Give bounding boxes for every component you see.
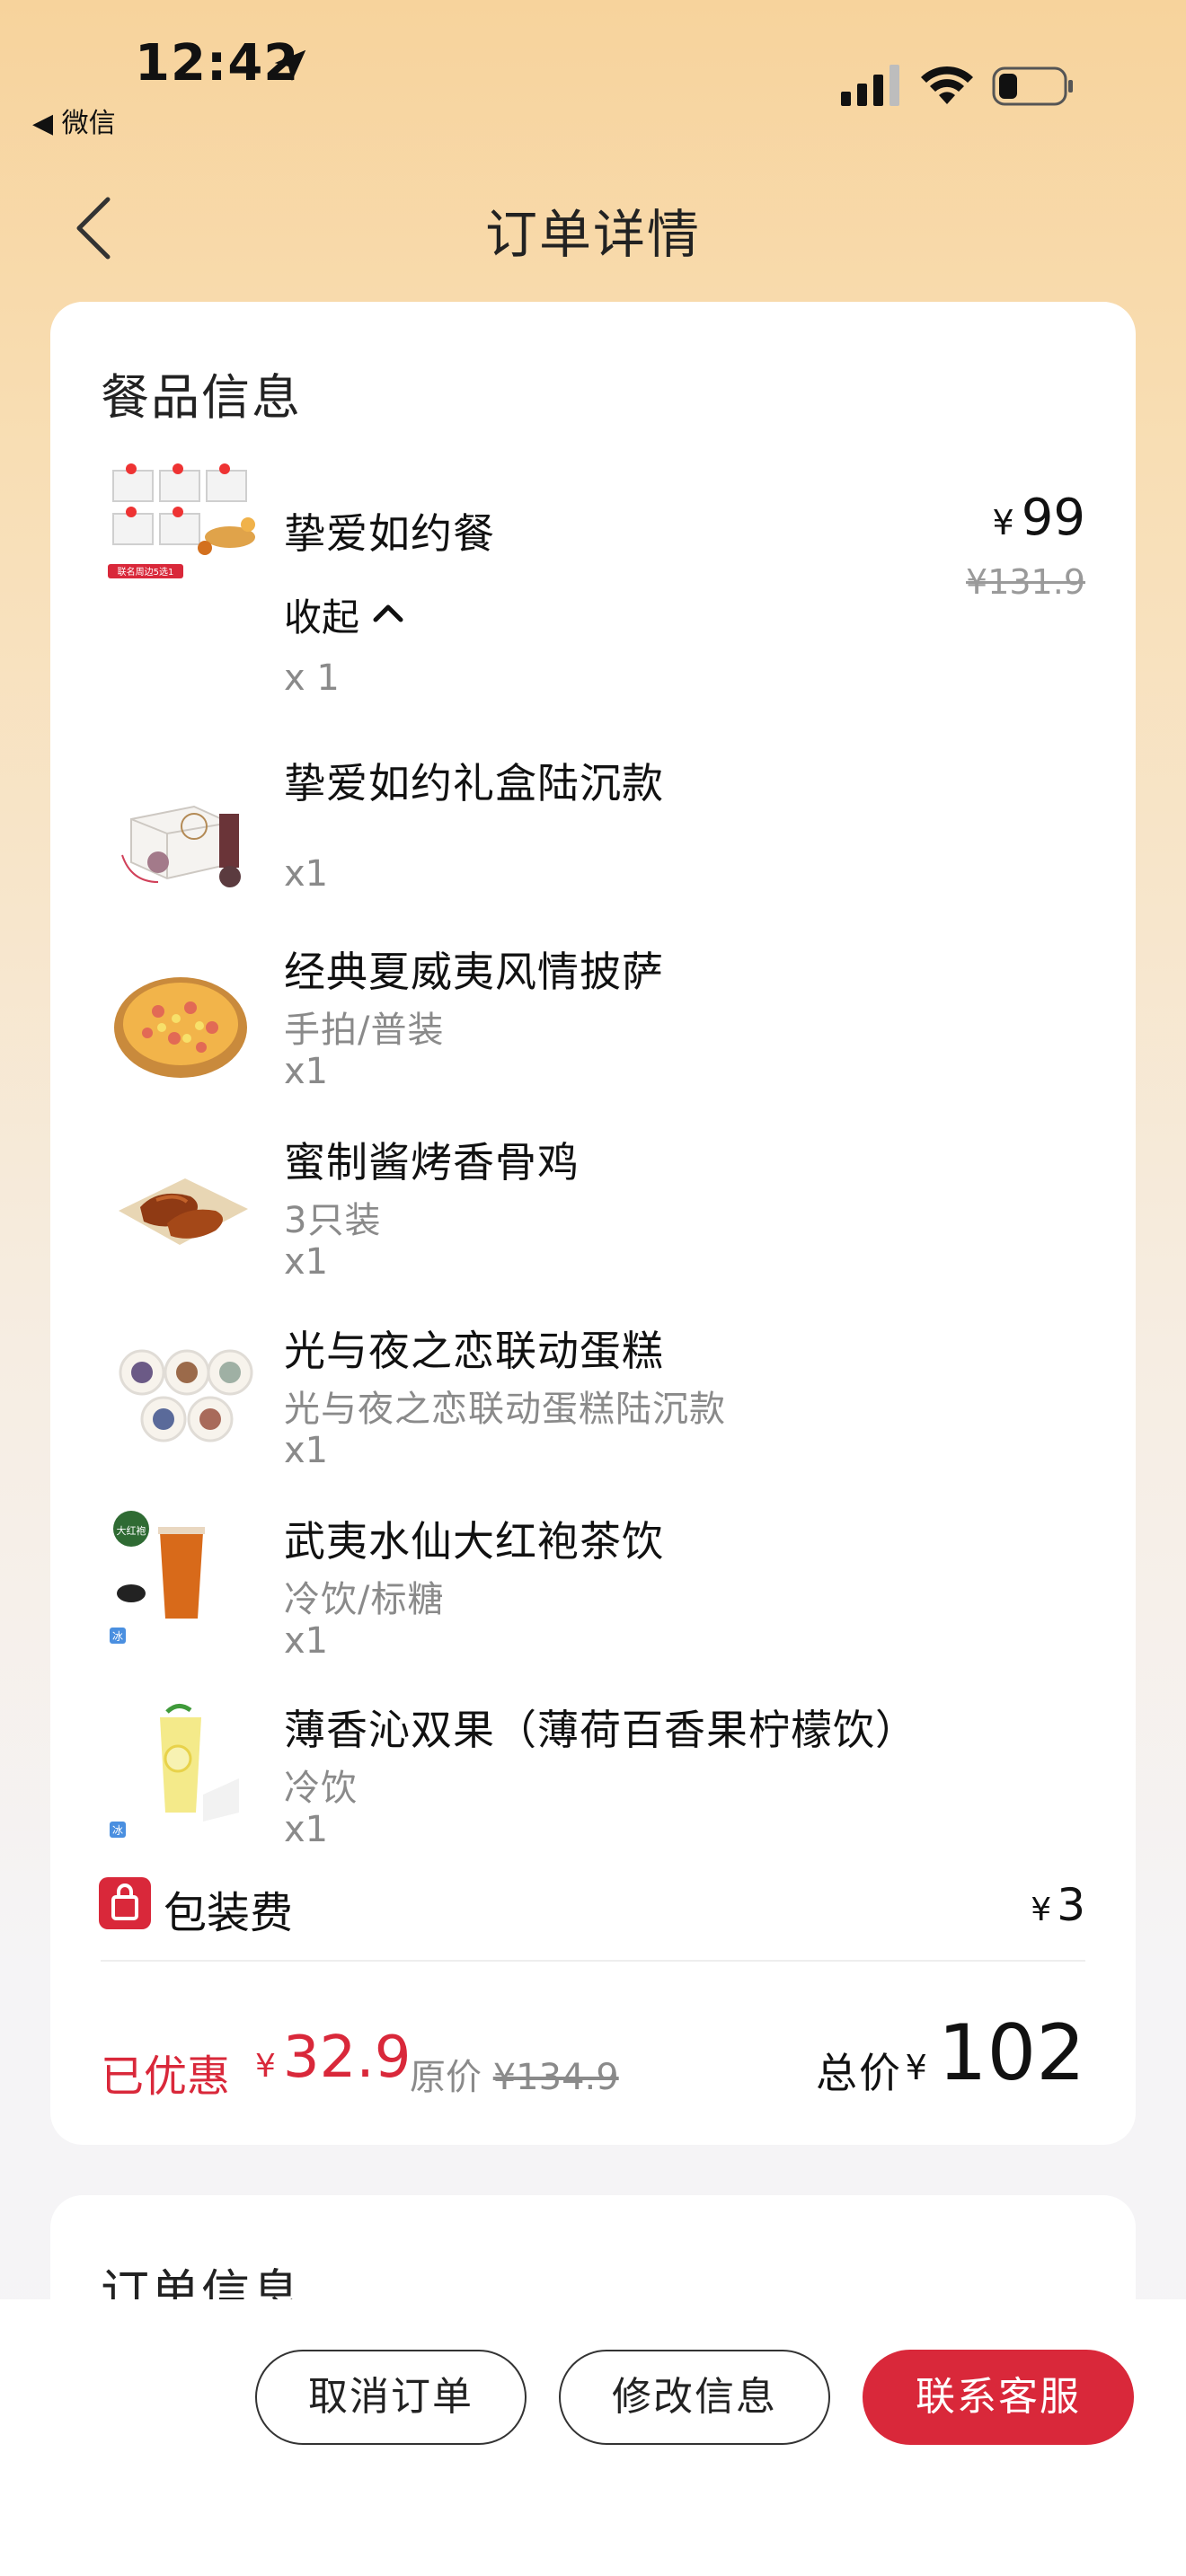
total-amount: ¥102	[906, 2008, 1085, 2098]
meal-section-title: 餐品信息	[101, 369, 302, 426]
item-qty: x1	[284, 1051, 329, 1092]
ice-badge-text: 冰	[112, 1630, 123, 1643]
battery-icon	[992, 66, 1073, 106]
packaging-price-symbol: ¥	[1031, 1892, 1052, 1928]
original-total: 原价 ¥134.9	[410, 2048, 619, 2100]
item-qty: x1	[284, 1809, 329, 1850]
divider	[101, 1960, 1085, 1962]
back-to-app-link[interactable]: ◀ 微信	[32, 101, 116, 140]
item-spec: 冷饮	[284, 1768, 358, 1809]
bag-icon	[99, 1877, 151, 1929]
meal-info-card: 餐品信息 联名周边5选1 挚爱如约餐 收起 x 1 ¥99 ¥131.9 挚爱如…	[50, 302, 1136, 2145]
cancel-order-button[interactable]: 取消订单	[255, 2350, 527, 2445]
status-bar: 12:42 ◀ 微信	[0, 0, 1186, 144]
combo-qty: x 1	[284, 657, 340, 699]
location-arrow-icon	[274, 49, 306, 82]
cake-image	[119, 1349, 253, 1442]
item-spec: 3只装	[284, 1200, 382, 1241]
item-name: 武夷水仙大红袍茶饮	[284, 1517, 664, 1566]
packaging-label: 包装费	[164, 1888, 294, 1938]
item-name: 经典夏威夷风情披萨	[284, 948, 664, 996]
wifi-icon	[921, 66, 973, 104]
contact-service-button[interactable]: 联系客服	[863, 2350, 1134, 2445]
modify-info-button[interactable]: 修改信息	[559, 2350, 830, 2445]
pizza-image	[114, 977, 247, 1078]
item-name: 薄香沁双果（薄荷百香果柠檬饮）	[284, 1706, 917, 1754]
packaging-price: ¥3	[1031, 1879, 1085, 1931]
combo-price-symbol: ¥	[992, 503, 1014, 543]
item-qty: x1	[284, 1241, 329, 1283]
combo-name: 挚爱如约餐	[284, 509, 495, 558]
discount-symbol: ¥	[255, 2048, 276, 2085]
total-label: 总价	[816, 2049, 902, 2097]
item-name: 光与夜之恋联动蛋糕	[284, 1327, 664, 1375]
total-symbol: ¥	[905, 2048, 927, 2087]
tea-badge-text: 大红袍	[117, 1524, 146, 1537]
original-total-label: 原价	[410, 2057, 482, 2098]
item-spec: 冷饮/标糖	[284, 1579, 445, 1620]
combo-image-badge: 联名周边5选1	[118, 566, 174, 578]
item-spec: 光与夜之恋联动蛋糕陆沉款	[284, 1389, 726, 1430]
combo-image: 联名周边5选1	[108, 463, 255, 578]
combo-price-value: 99	[1021, 489, 1085, 547]
item-name: 蜜制酱烤香骨鸡	[284, 1138, 580, 1187]
signal-icon	[841, 65, 899, 106]
ice-badge-text: 冰	[112, 1824, 123, 1837]
item-spec: 手拍/普装	[284, 1010, 445, 1051]
chicken-image	[119, 1178, 248, 1245]
chevron-up-icon[interactable]	[370, 598, 406, 625]
combo-original-price: ¥131.9	[966, 562, 1085, 602]
discount-value: 32.9	[282, 2025, 412, 2091]
item-qty: x1	[284, 853, 329, 895]
packaging-price-value: 3	[1057, 1879, 1085, 1931]
item-qty: x1	[284, 1620, 329, 1662]
item-qty: x1	[284, 1430, 329, 1471]
combo-price: ¥99	[993, 489, 1085, 547]
lemon-drink-image: 冰	[110, 1704, 239, 1838]
collapse-toggle[interactable]: 收起	[284, 587, 359, 642]
original-total-value: ¥134.9	[492, 2057, 619, 2098]
total-value: 102	[937, 2008, 1085, 2098]
page-title: 订单详情	[484, 204, 701, 265]
bottom-action-bar: 取消订单 修改信息 联系客服	[0, 2299, 1186, 2576]
tea-drink-image: 大红袍 冰	[110, 1511, 205, 1644]
discount-amount: ¥32.9	[255, 2025, 411, 2091]
item-name: 挚爱如约礼盒陆沉款	[284, 759, 664, 807]
discount-label: 已优惠	[101, 2051, 231, 2102]
gift-box-image	[121, 805, 241, 887]
